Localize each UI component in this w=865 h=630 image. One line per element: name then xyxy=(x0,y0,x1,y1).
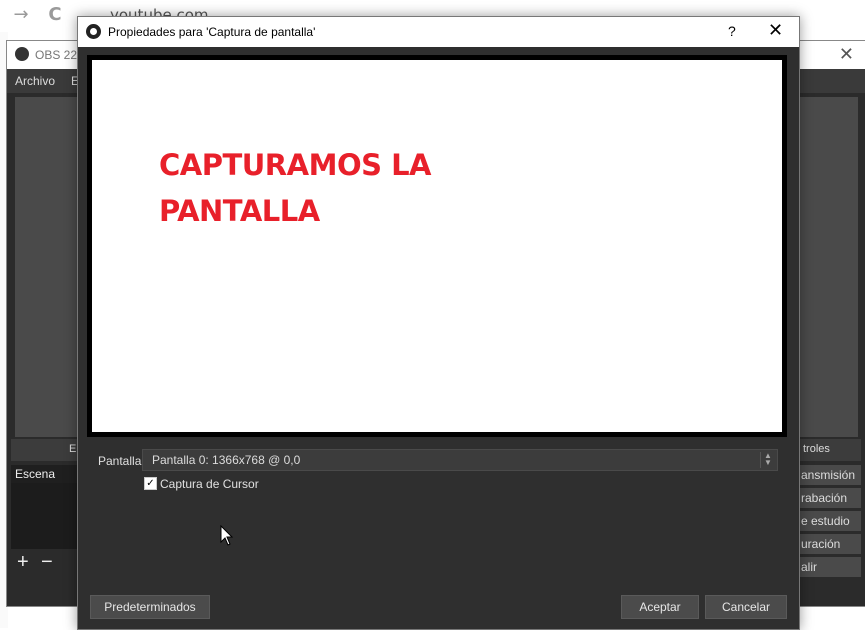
add-icon[interactable]: + xyxy=(17,551,29,574)
menu-archivo[interactable]: Archivo xyxy=(15,74,55,88)
screen-label: Pantalla xyxy=(98,454,142,468)
exit-button[interactable]: alir xyxy=(795,557,861,577)
close-icon[interactable]: ✕ xyxy=(839,44,854,65)
scenes-list[interactable] xyxy=(11,483,81,549)
settings-button[interactable]: uración xyxy=(795,534,861,554)
scenes-dock-header: E xyxy=(11,439,81,461)
scenes-column-header: Escena xyxy=(11,465,81,484)
studio-mode-button[interactable]: e estudio xyxy=(795,511,861,531)
start-recording-button[interactable]: rabación xyxy=(795,488,861,508)
chevron-updown-icon: ▲ ▼ xyxy=(760,452,775,468)
dialog-title-bar: Propiedades para 'Captura de pantalla' ?… xyxy=(78,17,799,47)
obs-logo-icon xyxy=(86,24,101,39)
capture-cursor-label[interactable]: Captura de Cursor xyxy=(160,477,259,491)
screen-select-value: Pantalla 0: 1366x768 @ 0,0 xyxy=(152,453,301,467)
captured-screen: CAPTURAMOS LA PANTALLA xyxy=(92,60,782,432)
forward-arrow-icon[interactable]: → xyxy=(10,4,32,26)
scene-toolbar: + − xyxy=(11,551,81,575)
accept-button[interactable]: Aceptar xyxy=(621,595,699,619)
mouse-cursor-icon xyxy=(220,525,234,546)
preview-caption-line-1: CAPTURAMOS LA xyxy=(159,148,432,182)
source-preview: CAPTURAMOS LA PANTALLA xyxy=(87,55,787,437)
preview-caption: CAPTURAMOS LA PANTALLA xyxy=(159,142,459,234)
dialog-title: Propiedades para 'Captura de pantalla' xyxy=(108,25,316,39)
remove-icon[interactable]: − xyxy=(41,551,53,574)
defaults-button[interactable]: Predeterminados xyxy=(90,595,210,619)
start-streaming-button[interactable]: ansmisión xyxy=(795,465,861,485)
reload-icon[interactable]: C xyxy=(44,4,66,26)
controls-dock-header: troles xyxy=(795,439,861,461)
properties-dialog: Propiedades para 'Captura de pantalla' ?… xyxy=(77,16,800,630)
preview-caption-line-2: PANTALLA xyxy=(159,194,320,228)
obs-logo-icon xyxy=(15,47,29,61)
help-button[interactable]: ? xyxy=(728,23,736,39)
capture-cursor-checkbox[interactable]: ✓ xyxy=(144,477,157,490)
cancel-button[interactable]: Cancelar xyxy=(705,595,787,619)
screen-select[interactable]: Pantalla 0: 1366x768 @ 0,0 ▲ ▼ xyxy=(142,449,778,471)
close-icon[interactable]: ✕ xyxy=(768,20,783,41)
